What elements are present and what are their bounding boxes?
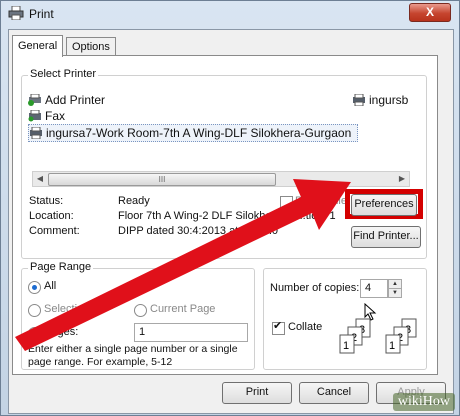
select-printer-title: Select Printer — [28, 68, 99, 80]
collate-label: Collate — [288, 321, 323, 333]
printer-label: Fax — [45, 109, 66, 123]
pages-input[interactable]: 1 — [134, 323, 248, 342]
copies-group: Number of copies: 4 ▲ ▼ ✔ Collate 3 2 1 … — [263, 268, 427, 370]
fax-icon — [28, 110, 41, 122]
printer-list-item-ingursa7[interactable]: ingursa7-Work Room-7th A Wing-DLF Silokh… — [28, 124, 359, 142]
close-button[interactable]: X — [409, 3, 451, 22]
location-value: Floor 7th A Wing-2 DLF Silokhera In ...t… — [118, 210, 336, 222]
printer-label: ingursb — [369, 93, 409, 107]
tab-options[interactable]: Options — [66, 37, 116, 56]
print-to-file-label: Print to file — [295, 195, 347, 207]
collate-illustration-icon: 3 2 1 3 2 1 — [339, 318, 417, 354]
title-bar[interactable]: Print X — [1, 1, 459, 27]
printer-icon — [8, 6, 24, 20]
window-title: Print — [29, 7, 54, 21]
tab-page-general: Select Printer Add Printer Fax ingursa7-… — [12, 55, 438, 375]
printer-list-item-ingursb[interactable]: ingursb — [352, 92, 408, 108]
page-range-title: Page Range — [28, 261, 94, 273]
all-label: All — [44, 280, 57, 292]
copies-input[interactable]: 4 — [360, 279, 388, 298]
select-printer-group: Select Printer Add Printer Fax ingursa7-… — [21, 68, 427, 259]
selection-label: Selection — [44, 303, 90, 315]
pages-radio[interactable] — [28, 327, 41, 340]
page-range-group: Page Range All Selection Current Page Pa… — [21, 261, 255, 370]
printer-list-scrollbar[interactable]: ◀ III ▶ — [32, 171, 410, 187]
comment-label: Comment: — [29, 225, 80, 237]
tab-general[interactable]: General — [12, 35, 64, 57]
printer-list-item-fax[interactable]: Fax — [28, 108, 65, 124]
scroll-right-icon[interactable]: ▶ — [395, 172, 409, 186]
print-dialog: Print X General Options Select Printer A… — [0, 0, 460, 416]
status-value: Ready — [118, 195, 150, 207]
current-page-label: Current Page — [150, 303, 216, 315]
print-to-file-checkbox[interactable] — [280, 196, 293, 209]
printer-icon — [353, 94, 365, 106]
svg-text:1: 1 — [343, 340, 349, 352]
spin-down-icon[interactable]: ▼ — [388, 288, 402, 298]
page-range-help: Enter either a single page number or a s… — [28, 343, 238, 368]
add-printer-icon — [28, 94, 41, 106]
printer-label: ingursa7-Work Room-7th A Wing-DLF Silokh… — [46, 126, 352, 140]
pages-label: Pages: — [44, 326, 79, 338]
all-radio[interactable] — [28, 281, 41, 294]
scroll-left-icon[interactable]: ◀ — [33, 172, 47, 186]
cancel-button[interactable]: Cancel — [299, 382, 369, 404]
selection-radio[interactable] — [28, 304, 41, 317]
current-page-radio[interactable] — [134, 304, 147, 317]
dialog-body: General Options Select Printer Add Print… — [8, 29, 454, 414]
copies-label: Number of copies: — [270, 282, 360, 294]
preferences-button[interactable]: Preferences — [351, 194, 417, 216]
find-printer-button[interactable]: Find Printer... — [351, 226, 421, 248]
printer-icon — [30, 127, 42, 139]
wikihow-watermark: wikiHow — [392, 393, 455, 411]
scrollbar-thumb[interactable]: III — [48, 173, 276, 186]
printer-list-item-add[interactable]: Add Printer — [28, 92, 105, 108]
status-label: Status: — [29, 195, 64, 207]
location-label: Location: — [29, 210, 74, 222]
printer-label: Add Printer — [45, 93, 106, 107]
comment-value: DIPP dated 30:4:2013 at 19:21:0 — [118, 225, 279, 237]
collate-check-icon: ✔ — [273, 320, 283, 332]
print-button[interactable]: Print — [222, 382, 292, 404]
svg-text:1: 1 — [389, 340, 395, 352]
